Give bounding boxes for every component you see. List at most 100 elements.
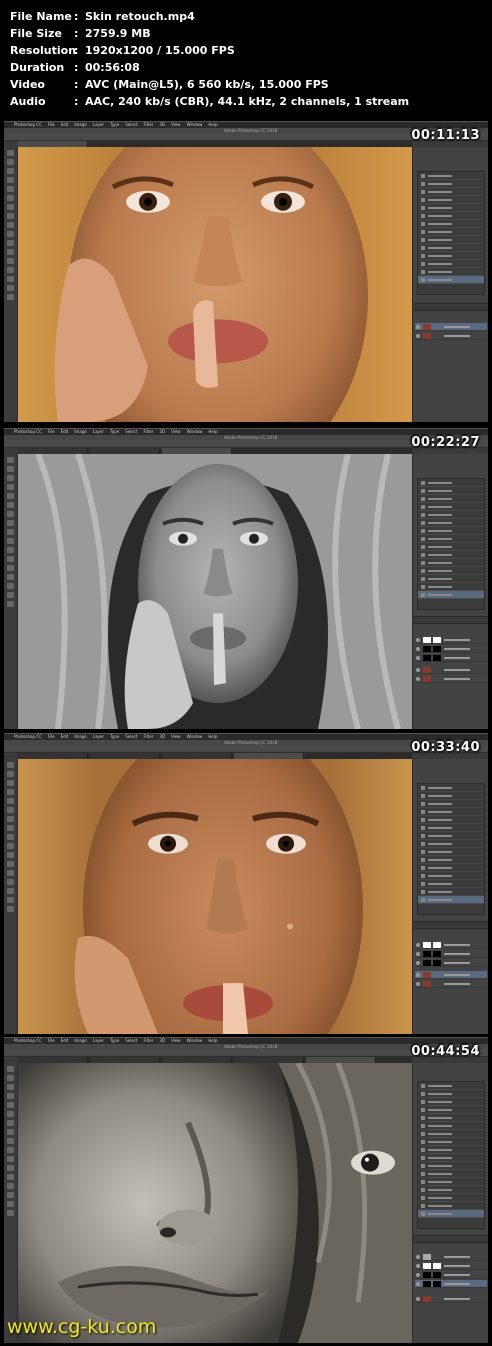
marquee-tool-icon[interactable] bbox=[7, 466, 14, 472]
pen-tool-icon[interactable] bbox=[7, 1183, 14, 1189]
healing-brush-tool-icon[interactable] bbox=[7, 816, 14, 822]
history-state[interactable] bbox=[418, 1178, 484, 1186]
dodge-tool-icon[interactable] bbox=[7, 870, 14, 876]
pen-tool-icon[interactable] bbox=[7, 879, 14, 885]
layer-row[interactable] bbox=[415, 1271, 487, 1279]
healing-brush-tool-icon[interactable] bbox=[7, 511, 14, 517]
layer-row[interactable] bbox=[415, 959, 487, 967]
eyedropper-tool-icon[interactable] bbox=[7, 502, 14, 508]
hand-tool-icon[interactable] bbox=[7, 897, 14, 903]
document-canvas[interactable] bbox=[18, 1063, 412, 1343]
history-panel[interactable] bbox=[417, 1081, 485, 1229]
history-state[interactable] bbox=[418, 840, 484, 848]
history-state[interactable] bbox=[418, 784, 484, 792]
eye-icon[interactable] bbox=[416, 1282, 420, 1286]
marquee-tool-icon[interactable] bbox=[7, 771, 14, 777]
history-state[interactable] bbox=[418, 808, 484, 816]
history-state-current[interactable] bbox=[418, 1210, 484, 1218]
quick-select-tool-icon[interactable] bbox=[7, 789, 14, 795]
layer-row[interactable] bbox=[415, 666, 487, 674]
eye-icon[interactable] bbox=[416, 334, 420, 338]
history-state[interactable] bbox=[418, 260, 484, 268]
history-state[interactable] bbox=[418, 1202, 484, 1210]
history-state[interactable] bbox=[418, 1170, 484, 1178]
eye-icon[interactable] bbox=[416, 1255, 420, 1259]
gradient-tool-icon[interactable] bbox=[7, 1165, 14, 1171]
history-state[interactable] bbox=[418, 888, 484, 896]
eye-icon[interactable] bbox=[416, 325, 420, 329]
lasso-tool-icon[interactable] bbox=[7, 1084, 14, 1090]
history-state[interactable] bbox=[418, 551, 484, 559]
layer-row[interactable] bbox=[415, 636, 487, 644]
history-state[interactable] bbox=[418, 220, 484, 228]
history-state[interactable] bbox=[418, 816, 484, 824]
history-state[interactable] bbox=[418, 559, 484, 567]
history-state[interactable] bbox=[418, 848, 484, 856]
history-brush-tool-icon[interactable] bbox=[7, 843, 14, 849]
marquee-tool-icon[interactable] bbox=[7, 159, 14, 165]
history-state[interactable] bbox=[418, 172, 484, 180]
document-canvas[interactable] bbox=[18, 454, 412, 729]
eye-icon[interactable] bbox=[416, 638, 420, 642]
move-tool-icon[interactable] bbox=[7, 1066, 14, 1072]
crop-tool-icon[interactable] bbox=[7, 186, 14, 192]
layer-row[interactable] bbox=[415, 1280, 487, 1288]
type-tool-icon[interactable] bbox=[7, 1192, 14, 1198]
history-state[interactable] bbox=[418, 196, 484, 204]
clone-stamp-tool-icon[interactable] bbox=[7, 222, 14, 228]
lasso-tool-icon[interactable] bbox=[7, 475, 14, 481]
eraser-tool-icon[interactable] bbox=[7, 547, 14, 553]
hand-tool-icon[interactable] bbox=[7, 592, 14, 598]
history-state[interactable] bbox=[418, 856, 484, 864]
zoom-tool-icon[interactable] bbox=[7, 1210, 14, 1216]
hand-tool-icon[interactable] bbox=[7, 285, 14, 291]
type-tool-icon[interactable] bbox=[7, 583, 14, 589]
history-state[interactable] bbox=[418, 527, 484, 535]
history-state[interactable] bbox=[418, 1082, 484, 1090]
brush-tool-icon[interactable] bbox=[7, 520, 14, 526]
eyedropper-tool-icon[interactable] bbox=[7, 807, 14, 813]
type-tool-icon[interactable] bbox=[7, 276, 14, 282]
layer-row[interactable] bbox=[415, 675, 487, 683]
lasso-tool-icon[interactable] bbox=[7, 780, 14, 786]
history-state[interactable] bbox=[418, 244, 484, 252]
history-state[interactable] bbox=[418, 252, 484, 260]
history-state-current[interactable] bbox=[418, 276, 484, 284]
history-state[interactable] bbox=[418, 1138, 484, 1146]
history-state[interactable] bbox=[418, 1186, 484, 1194]
history-state[interactable] bbox=[418, 1106, 484, 1114]
history-state[interactable] bbox=[418, 1194, 484, 1202]
clone-stamp-tool-icon[interactable] bbox=[7, 1138, 14, 1144]
document-canvas[interactable] bbox=[18, 759, 412, 1034]
layers-panel-header[interactable] bbox=[413, 303, 488, 311]
layer-row[interactable] bbox=[415, 332, 487, 340]
history-state[interactable] bbox=[418, 1130, 484, 1138]
eye-icon[interactable] bbox=[416, 952, 420, 956]
history-panel[interactable] bbox=[417, 478, 485, 610]
move-tool-icon[interactable] bbox=[7, 457, 14, 463]
brush-tool-icon[interactable] bbox=[7, 825, 14, 831]
eye-icon[interactable] bbox=[416, 656, 420, 660]
history-state[interactable] bbox=[418, 567, 484, 575]
layers-panel-header[interactable] bbox=[413, 921, 488, 929]
history-brush-tool-icon[interactable] bbox=[7, 231, 14, 237]
quick-select-tool-icon[interactable] bbox=[7, 484, 14, 490]
hand-tool-icon[interactable] bbox=[7, 1201, 14, 1207]
gradient-tool-icon[interactable] bbox=[7, 861, 14, 867]
crop-tool-icon[interactable] bbox=[7, 798, 14, 804]
zoom-tool-icon[interactable] bbox=[7, 906, 14, 912]
history-state[interactable] bbox=[418, 872, 484, 880]
zoom-tool-icon[interactable] bbox=[7, 601, 14, 607]
history-state[interactable] bbox=[418, 880, 484, 888]
clone-stamp-tool-icon[interactable] bbox=[7, 834, 14, 840]
history-state[interactable] bbox=[418, 1122, 484, 1130]
history-state[interactable] bbox=[418, 1090, 484, 1098]
brush-tool-icon[interactable] bbox=[7, 1129, 14, 1135]
eye-icon[interactable] bbox=[416, 943, 420, 947]
history-state[interactable] bbox=[418, 519, 484, 527]
history-state[interactable] bbox=[418, 1098, 484, 1106]
crop-tool-icon[interactable] bbox=[7, 1102, 14, 1108]
eye-icon[interactable] bbox=[416, 973, 420, 977]
history-brush-tool-icon[interactable] bbox=[7, 538, 14, 544]
healing-brush-tool-icon[interactable] bbox=[7, 1120, 14, 1126]
